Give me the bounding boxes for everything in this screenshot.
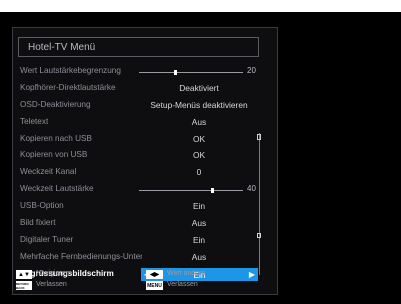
menu-row-label: OSD-Deaktivierung — [20, 99, 91, 109]
menu-row[interactable]: Weckzeit Lautstärke 40 — [19, 182, 267, 199]
menu-rows: Wert Lautstärkebegrenzung 20 Kopfhörer-Dir… — [19, 64, 267, 284]
menu-row[interactable]: Kopieren von USB OK — [19, 148, 267, 165]
scrollbar-thumb[interactable] — [257, 233, 261, 238]
back-hint: Verlassen — [36, 281, 67, 288]
menu-title: Hotel-TV Menü — [28, 42, 96, 53]
menu-row[interactable]: Bild fixiert Aus — [19, 216, 267, 233]
change-key-icon: ◀▶ — [146, 270, 163, 279]
menu-row-label: Kopieren nach USB — [20, 133, 92, 143]
menu-row-value: Ein — [192, 234, 206, 245]
menu-row-value: OK — [192, 150, 206, 161]
scrollbar-track[interactable] — [259, 133, 260, 275]
menu-row-value: Deaktiviert — [179, 82, 219, 93]
menu-row[interactable]: Mehrfache Fernbedienungs-Unter Aus — [19, 250, 267, 267]
top-white-bar — [0, 0, 401, 12]
menu-title-box: Hotel-TV Menü — [18, 37, 259, 57]
menu-key-icon: MENU — [146, 281, 163, 290]
slider-knob[interactable] — [174, 70, 178, 75]
menu-row[interactable]: Weckzeit Kanal 0 — [19, 165, 267, 182]
menu-row[interactable]: Kopfhörer-Direktlautstärke Deaktiviert — [19, 81, 267, 98]
menu-row-label: Wert Lautstärkebegrenzung — [20, 66, 121, 75]
navigate-key-icon: ▲▼ — [16, 270, 32, 279]
menu-row[interactable]: USB-Option Ein — [19, 199, 267, 216]
menu-row-value: Aus — [191, 218, 207, 229]
scrollbar-top-marker — [257, 134, 261, 140]
menu-row[interactable]: Kopieren nach USB OK — [19, 132, 267, 149]
menu-row-value: Aus — [191, 116, 207, 127]
volume-slider[interactable] — [139, 70, 243, 75]
menu-row-value: Setup-Menüs deaktivieren — [150, 99, 248, 110]
slider-value: 40 — [247, 184, 256, 194]
menu-row-value: Ein — [192, 201, 206, 212]
menu-row-label: USB-Option — [20, 201, 64, 211]
back-key-icon: RETURN BACK — [16, 281, 32, 290]
menu-row[interactable]: Wert Lautstärkebegrenzung 20 — [19, 64, 267, 81]
menu-row-value: 0 — [196, 167, 202, 178]
menu-row-label: Teletext — [20, 116, 49, 126]
menu-row-label: Weckzeit Lautstärke — [20, 184, 94, 194]
volume-slider[interactable] — [139, 188, 243, 194]
menu-row-label: Bild fixiert — [20, 218, 56, 228]
change-value-hint: Wert ändern — [167, 270, 206, 277]
slider-knob[interactable] — [210, 188, 214, 194]
menu-row[interactable]: Digitaler Tuner Ein — [19, 233, 267, 250]
navigate-hint: Navigieren — [36, 270, 70, 277]
hotel-tv-menu-panel: Hotel-TV Menü Wert Lautstärkebegrenzung 2… — [12, 27, 278, 295]
menu-row-label: Digitaler Tuner — [20, 234, 74, 244]
menu-row[interactable]: OSD-Deaktivierung Setup-Menüs deaktiviere… — [19, 98, 267, 115]
menu-row-label: Kopfhörer-Direktlautstärke — [20, 82, 116, 92]
menu-row[interactable]: Teletext Aus — [19, 115, 267, 132]
menu-row-label: Weckzeit Kanal — [20, 167, 77, 177]
menu-row-value: OK — [192, 133, 206, 144]
footer-hints: ▲▼ Navigieren RETURN BACK Verlassen ◀▶ W… — [16, 270, 272, 292]
slider-value: 20 — [247, 66, 256, 75]
menu-row-label: Kopieren von USB — [20, 150, 88, 160]
menu-row-label: Mehrfache Fernbedienungs-Unter — [20, 251, 142, 261]
menu-row-value: Aus — [191, 251, 207, 262]
menu-hint: Verlassen — [167, 281, 198, 288]
